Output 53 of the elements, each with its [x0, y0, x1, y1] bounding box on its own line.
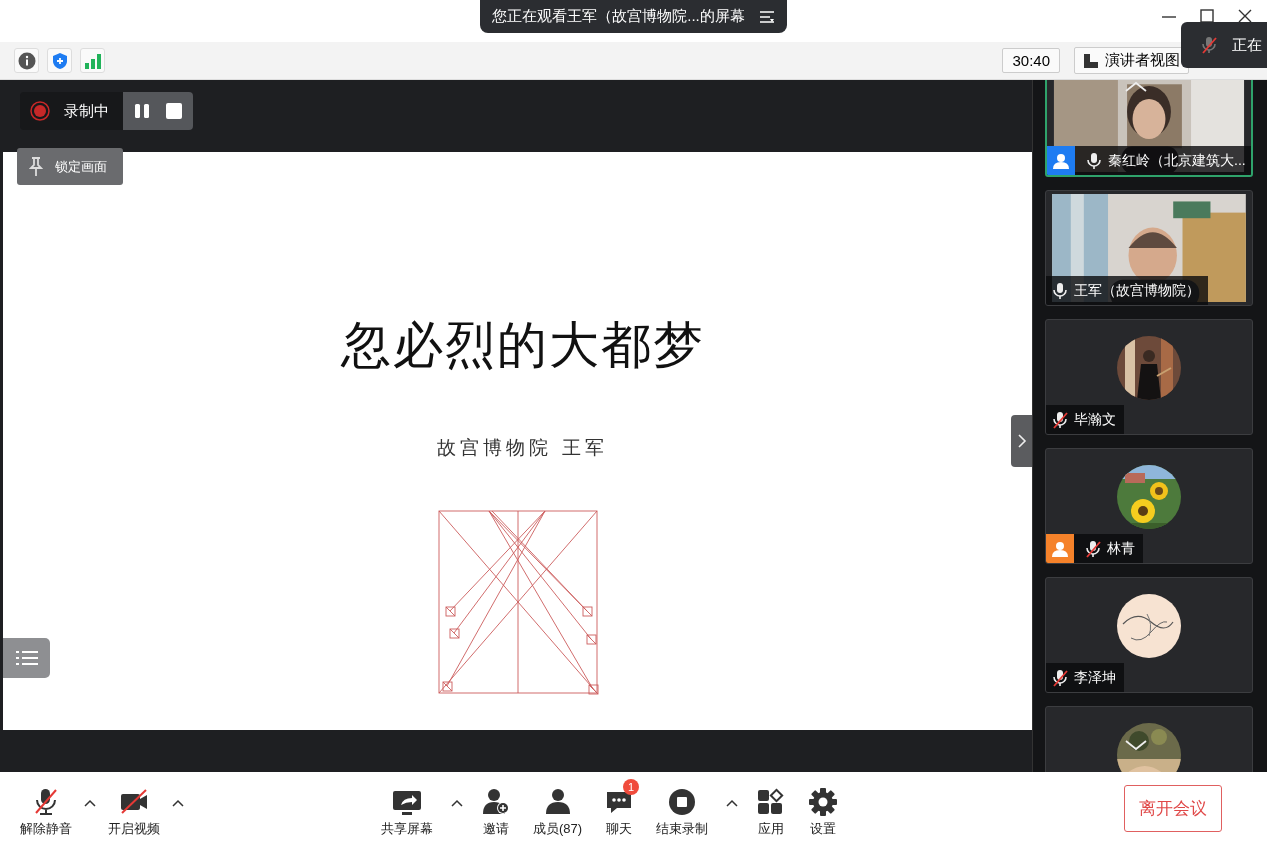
muted-mic-icon	[1201, 36, 1218, 54]
toolbar-button[interactable]: 聊天 1	[596, 779, 643, 838]
list-icon	[15, 649, 38, 667]
shield-icon[interactable]	[51, 51, 68, 70]
participant-name: 毕瀚文	[1074, 410, 1116, 429]
person-icon	[1052, 151, 1070, 170]
caret-icon	[84, 798, 96, 807]
chevron-down-icon[interactable]	[1123, 738, 1149, 752]
participant-name: 林青	[1107, 539, 1135, 558]
toolbar-button[interactable]: 设置	[800, 779, 847, 838]
caret-icon	[172, 798, 184, 807]
toast-text: 正在	[1232, 35, 1262, 55]
timer: 30:40	[1002, 48, 1060, 73]
view-button[interactable]: 演讲者视图	[1074, 47, 1189, 74]
maximize-icon[interactable]	[1199, 8, 1215, 24]
toolbar-button[interactable]: 成员(87)	[525, 779, 591, 838]
pin-icon	[29, 156, 43, 177]
add-person-icon	[481, 787, 511, 817]
leave-meeting-button[interactable]: 离开会议	[1124, 785, 1222, 832]
notification-badge: 1	[623, 779, 640, 795]
toolbar-button[interactable]: 解除静音	[12, 779, 80, 838]
toolbar-button[interactable]: 结束录制	[648, 779, 717, 838]
apps-icon	[756, 787, 787, 817]
menu-icon[interactable]	[758, 9, 775, 24]
close-icon[interactable]	[1237, 8, 1253, 24]
info-icon[interactable]	[17, 51, 36, 70]
collapse-panel-button[interactable]	[1011, 415, 1032, 467]
banner-text: 您正在观看王军（故宫博物院...的屏幕	[492, 7, 745, 26]
person-icon	[1051, 539, 1069, 558]
chevron-up-icon[interactable]	[1123, 80, 1149, 94]
signal-icon[interactable]	[83, 52, 102, 69]
participant-name: 王军（故宫博物院）	[1074, 281, 1200, 300]
toolbar-button[interactable]: 开启视频	[100, 779, 168, 838]
caret-icon	[726, 798, 739, 807]
pause-icon[interactable]	[133, 102, 151, 120]
recording-indicator: 录制中	[20, 92, 123, 130]
participant-name: 秦红岭（北京建筑大...	[1108, 151, 1246, 170]
slide-subtitle: 故宫博物院 王军	[437, 436, 608, 460]
list-menu-button[interactable]	[3, 638, 50, 678]
muted-camera-icon	[119, 787, 149, 817]
caret-icon	[451, 798, 463, 807]
participant-name: 李泽坤	[1074, 668, 1116, 687]
record-icon	[30, 101, 50, 121]
chevron-right-icon	[1016, 433, 1027, 449]
slide-title: 忽必烈的大都梦	[340, 316, 705, 375]
toolbar-button[interactable]: 共享屏幕	[373, 779, 441, 838]
stop-icon[interactable]	[165, 102, 183, 120]
layout-icon	[1083, 52, 1099, 69]
stop-record-icon	[667, 787, 698, 817]
toolbar-button[interactable]: 邀请	[473, 779, 519, 838]
toolbar-button[interactable]: 应用	[748, 779, 795, 838]
settings-icon	[808, 787, 839, 817]
lock-screen-button[interactable]: 锁定画面	[17, 148, 123, 185]
